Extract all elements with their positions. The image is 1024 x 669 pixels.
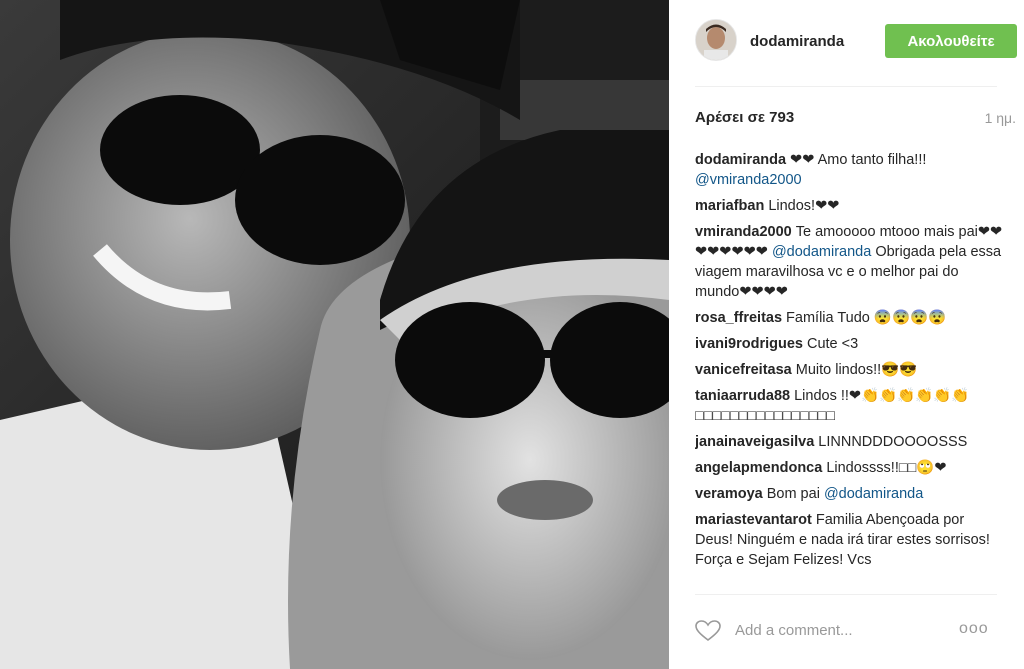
comment-text: Muito lindos!!😎😎 <box>795 362 918 378</box>
avatar[interactable] <box>695 19 737 61</box>
comment-text: ❤❤ Amo tanto filha!!! <box>790 152 927 168</box>
selfie-image <box>0 0 669 669</box>
comment-username[interactable]: taniaarruda88 <box>695 388 790 404</box>
comment-item: janainaveigasilva LINNNDDDOOOOSSS <box>695 432 1003 452</box>
comment-username[interactable]: rosa_ffreitas <box>695 310 782 326</box>
comment-item: veramoya Bom pai @dodamiranda <box>695 484 1003 504</box>
comment-text: Lindossss!!□□🙄❤ <box>826 460 947 476</box>
heart-icon[interactable] <box>695 620 721 642</box>
comment-item: taniaarruda88 Lindos !!❤👏👏👏👏👏👏 □□□□□□□□□□… <box>695 386 1003 426</box>
post-footer: ooo <box>669 600 1024 669</box>
comment-username[interactable]: angelapmendonca <box>695 460 822 476</box>
comment-mention[interactable]: @dodamiranda <box>824 486 923 502</box>
username-link[interactable]: dodamiranda <box>750 33 844 50</box>
instagram-post: dodamiranda Ακολουθείτε Αρέσει σε 793 1 … <box>0 0 1024 669</box>
comment-username[interactable]: janainaveigasilva <box>695 434 814 450</box>
comment-mention[interactable]: @vmiranda2000 <box>695 172 802 188</box>
comment-text: Família Tudo 😨😨😨😨 <box>786 310 947 326</box>
comment-username[interactable]: vmiranda2000 <box>695 224 792 240</box>
header-divider <box>695 86 997 87</box>
comment-username[interactable]: veramoya <box>695 486 763 502</box>
comment-username[interactable]: mariafban <box>695 198 764 214</box>
comment-text: Bom pai <box>766 486 820 502</box>
post-sidebar: dodamiranda Ακολουθείτε Αρέσει σε 793 1 … <box>669 0 1024 669</box>
post-photo[interactable] <box>0 0 669 669</box>
comment-item: vanicefreitasa Muito lindos!!😎😎 <box>695 360 1003 380</box>
comment-username[interactable]: dodamiranda <box>695 152 786 168</box>
comment-text: LINNNDDDOOOOSSS <box>818 434 968 450</box>
comment-item: vmiranda2000 Te amooooo mtooo mais pai❤❤❤… <box>695 222 1003 302</box>
comment-username[interactable]: mariastevantarot <box>695 512 812 528</box>
comment-text: Lindos!❤❤ <box>768 198 840 214</box>
footer-divider <box>695 594 997 595</box>
comment-item: angelapmendonca Lindossss!!□□🙄❤ <box>695 458 1003 478</box>
comment-username[interactable]: ivani9rodrigues <box>695 336 803 352</box>
post-header: dodamiranda Ακολουθείτε <box>669 0 1024 86</box>
post-time[interactable]: 1 ημ. <box>985 110 1016 126</box>
avatar-image <box>696 20 736 60</box>
add-comment-input[interactable] <box>735 618 955 642</box>
comment-item: rosa_ffreitas Família Tudo 😨😨😨😨 <box>695 308 1003 328</box>
follow-button[interactable]: Ακολουθείτε <box>885 24 1017 58</box>
comment-text: Cute <3 <box>806 336 859 352</box>
comment-item: ivani9rodrigues Cute <3 <box>695 334 1003 354</box>
comment-item: mariastevantarot Familia Abençoada por De… <box>695 510 1003 570</box>
comment-username[interactable]: vanicefreitasa <box>695 362 792 378</box>
comment-item: mariafban Lindos!❤❤ <box>695 196 1003 216</box>
comment-mention[interactable]: @dodamiranda <box>772 244 871 260</box>
more-options-icon[interactable]: ooo <box>959 620 989 638</box>
comments-list[interactable]: dodamiranda ❤❤ Amo tanto filha!!! @vmiran… <box>695 150 1003 590</box>
likes-count[interactable]: Αρέσει σε 793 <box>695 109 794 126</box>
comment-item: dodamiranda ❤❤ Amo tanto filha!!! @vmiran… <box>695 150 1003 190</box>
